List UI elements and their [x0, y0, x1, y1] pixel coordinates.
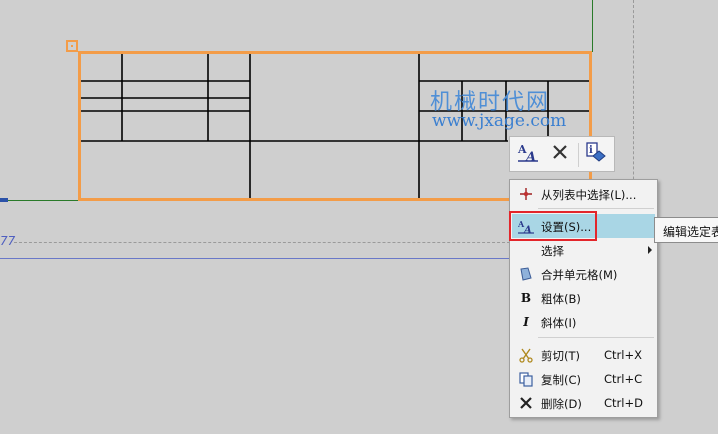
- watermark-url: www.jxage.com: [432, 111, 567, 131]
- menu-item-copy[interactable]: 复制(C) Ctrl+C: [512, 367, 655, 391]
- toolbar-separator: [578, 143, 579, 167]
- text-style-icon: A A: [517, 141, 539, 167]
- menu-separator: [538, 337, 654, 338]
- tooltip: 编辑选定表: [654, 217, 718, 243]
- menu-separator: [538, 208, 654, 209]
- delete-x-icon: [551, 143, 569, 165]
- blue-dimension-line: [0, 258, 510, 259]
- delete-x-icon: [518, 395, 534, 411]
- delete-button[interactable]: [546, 141, 574, 167]
- dimension-text: 77: [0, 234, 16, 248]
- menu-item-merge-cells[interactable]: 合并单元格(M): [512, 262, 655, 286]
- mini-toolbar: A A i: [509, 136, 615, 172]
- properties-button[interactable]: i: [582, 141, 610, 167]
- italic-icon: I: [523, 315, 529, 329]
- menu-item-delete[interactable]: 删除(D) Ctrl+D: [512, 391, 655, 415]
- menu-item-select[interactable]: 选择: [512, 238, 655, 262]
- table-grip-handle[interactable]: [66, 40, 78, 52]
- axis-end-marker: [0, 198, 8, 202]
- scissors-icon: [518, 347, 534, 363]
- frame-dashed-horizontal: [14, 242, 510, 243]
- merge-cells-icon: [518, 266, 534, 282]
- menu-item-select-from-list[interactable]: 从列表中选择(L)...: [512, 182, 655, 206]
- properties-icon: i: [585, 141, 607, 167]
- text-style-button[interactable]: A A: [514, 141, 542, 167]
- menu-item-cut[interactable]: 剪切(T) Ctrl+X: [512, 343, 655, 367]
- green-axis-horizontal: [0, 200, 80, 201]
- menu-item-italic[interactable]: I 斜体(I): [512, 310, 655, 334]
- submenu-arrow-icon: [648, 246, 652, 254]
- bold-icon: B: [520, 291, 532, 305]
- pick-list-icon: [518, 186, 534, 202]
- highlight-callout-box: [509, 211, 597, 241]
- green-axis-vertical: [592, 0, 593, 52]
- svg-text:i: i: [589, 145, 593, 156]
- copy-icon: [518, 371, 534, 387]
- menu-item-bold[interactable]: B 粗体(B): [512, 286, 655, 310]
